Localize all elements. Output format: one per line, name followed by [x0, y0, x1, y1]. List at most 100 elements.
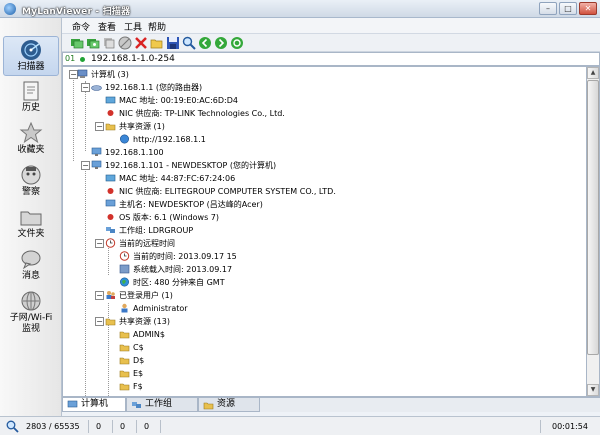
title-bar: MyLanViewer - 扫描器 – □ ✕	[0, 0, 600, 18]
tree-node-router[interactable]: 192.168.1.1 (您的路由器)	[91, 81, 202, 94]
menu-help[interactable]: 帮助	[148, 20, 166, 33]
sidebar-item-label: 历史	[21, 103, 40, 113]
share-item-label: F$	[133, 382, 143, 391]
share-folder-icon	[119, 357, 130, 365]
tree-node-my-computer[interactable]: 192.168.1.101 - NEWDESKTOP (您的计算机)	[91, 159, 276, 172]
tree-toggle[interactable]: −	[95, 291, 104, 300]
sidebar-item-label: 文件夹	[17, 229, 45, 239]
share-item-label: C$	[133, 343, 144, 352]
tree-leaf[interactable]: 时区: 480 分钟来自 GMT	[119, 276, 225, 289]
tree-leaf[interactable]: 主机名: NEWDESKTOP (吕达峰的Acer)	[105, 198, 263, 211]
tree-node-label: 192.168.1.1 (您的路由器)	[105, 83, 203, 92]
tree-leaf[interactable]: http://192.168.1.1	[119, 133, 206, 146]
workgroup-icon	[106, 227, 115, 233]
tree-leaf[interactable]: 工作组: LDRGROUP	[105, 224, 193, 237]
address-bar[interactable]: 01 192.168.1-1.0-254	[62, 52, 600, 66]
web-link-icon	[120, 134, 129, 144]
scan-range-icon[interactable]	[102, 36, 116, 50]
tree-leaf[interactable]: NIC 供应商: TP-LINK Technologies Co., Ltd.	[105, 107, 285, 120]
sidebar-item-messages[interactable]: 消息	[3, 246, 59, 286]
scan-progress-count: 2803 / 65535	[26, 422, 80, 431]
share-folder-icon	[119, 370, 130, 378]
tree-node-shares[interactable]: 共享资源 (13)	[105, 315, 170, 328]
boot-time-icon	[119, 264, 130, 274]
status-bar: 2803 / 65535 0 0 0 00:01:54	[0, 416, 600, 435]
tab-workgroups[interactable]: 工作组	[126, 398, 198, 412]
tree-leaf-label: 主机名: NEWDESKTOP (吕达峰的Acer)	[119, 200, 263, 209]
share-item[interactable]: C$	[119, 341, 144, 354]
tree-scrollbar[interactable]: ▲ ▼	[586, 66, 600, 397]
menu-view[interactable]: 查看	[98, 20, 116, 33]
share-item[interactable]: ADMIN$	[119, 328, 165, 341]
menu-command[interactable]: 命令	[72, 20, 90, 33]
tree-node-label: 当前的远程时间	[119, 239, 175, 248]
tree-toggle[interactable]: −	[95, 122, 104, 131]
sidebar-item-scanner[interactable]: 扫描器	[3, 36, 59, 76]
stop-scan-icon[interactable]	[118, 36, 132, 50]
maximize-button[interactable]: □	[559, 2, 577, 15]
open-folder-icon[interactable]	[150, 36, 164, 50]
minimize-button[interactable]: –	[539, 2, 557, 15]
nic-vendor-icon	[107, 188, 114, 194]
tree-node-device[interactable]: 192.168.1.100	[91, 146, 164, 159]
tree-leaf-label: http://192.168.1.1	[133, 135, 206, 144]
globe-icon	[120, 277, 129, 287]
status-separator	[136, 420, 137, 433]
tab-resources[interactable]: 资源	[198, 398, 260, 412]
tree-root[interactable]: 计算机 (3)	[77, 68, 129, 81]
share-item[interactable]: E$	[119, 367, 143, 380]
tree-leaf[interactable]: 系统载入时间: 2013.09.17	[119, 263, 232, 276]
refresh-icon[interactable]	[230, 36, 244, 50]
computer-icon	[91, 147, 102, 156]
share-item[interactable]: D$	[119, 354, 144, 367]
delete-icon[interactable]	[134, 36, 148, 50]
sidebar-item-police[interactable]: 警察	[3, 162, 59, 202]
tree-leaf-label: MAC 地址: 00:19:E0:AC:6D:D4	[119, 96, 238, 105]
sidebar-item-favorites[interactable]: 收藏夹	[3, 120, 59, 160]
tab-computers[interactable]: 计算机	[62, 398, 126, 412]
share-folder-icon	[105, 318, 116, 326]
back-icon[interactable]	[198, 36, 212, 50]
tree-leaf[interactable]: NIC 供应商: ELITEGROUP COMPUTER SYSTEM CO.,…	[105, 185, 336, 198]
tree-leaf[interactable]: 当前的时间: 2013.09.17 15	[119, 250, 237, 263]
tree-leaf-label: NIC 供应商: ELITEGROUP COMPUTER SYSTEM CO.,…	[119, 187, 336, 196]
close-button[interactable]: ✕	[579, 2, 597, 15]
tree-toggle[interactable]: −	[81, 83, 90, 92]
tree-node-shares[interactable]: 共享资源 (1)	[105, 120, 165, 133]
tree-leaf[interactable]: MAC 地址: 44:87:FC:67:24:06	[105, 172, 235, 185]
tree-node-remote-time[interactable]: 当前的远程时间	[105, 237, 175, 250]
forward-icon[interactable]	[214, 36, 228, 50]
search-icon[interactable]	[182, 36, 196, 50]
scan-local-icon[interactable]	[86, 36, 100, 50]
sidebar-item-folders[interactable]: 文件夹	[3, 204, 59, 244]
save-icon[interactable]	[166, 36, 180, 50]
scroll-down-button[interactable]: ▼	[587, 384, 599, 396]
tree-node-logged-users[interactable]: 已登录用户 (1)	[105, 289, 173, 302]
computer-tree[interactable]: − 计算机 (3) − 192.168.1.1 (您的路由器) MAC 地址: …	[62, 66, 586, 397]
sidebar-item-subnet-monitor[interactable]: 子网/Wi-Fi 监视	[3, 288, 59, 334]
address-input[interactable]: 192.168.1-1.0-254	[91, 54, 175, 64]
menu-tools[interactable]: 工具	[124, 20, 142, 33]
status-dot-icon	[80, 57, 85, 62]
scan-subnet-icon[interactable]	[70, 36, 84, 50]
tree-leaf-label: MAC 地址: 44:87:FC:67:24:06	[119, 174, 236, 183]
tree-leaf-label: Administrator	[133, 304, 188, 313]
tree-leaf[interactable]: OS 版本: 6.1 (Windows 7)	[105, 211, 219, 224]
scroll-up-button[interactable]: ▲	[587, 67, 599, 79]
tree-node-label: 已登录用户 (1)	[119, 291, 173, 300]
tree-leaf[interactable]: Administrator	[119, 302, 188, 315]
tree-toggle[interactable]: −	[81, 161, 90, 170]
tab-label: 资源	[217, 399, 236, 409]
sidebar-item-history[interactable]: 历史	[3, 78, 59, 118]
share-folder-icon	[119, 344, 130, 352]
tree-toggle[interactable]: −	[95, 317, 104, 326]
user-icon	[121, 303, 128, 313]
users-icon	[106, 291, 115, 299]
tab-label: 计算机	[81, 399, 109, 409]
status-counter-2: 0	[120, 422, 126, 431]
tree-leaf[interactable]: MAC 地址: 00:19:E0:AC:6D:D4	[105, 94, 238, 107]
tree-toggle[interactable]: −	[95, 239, 104, 248]
scroll-thumb[interactable]	[587, 80, 599, 355]
tree-node-label: 共享资源 (13)	[119, 317, 170, 326]
share-item[interactable]: F$	[119, 380, 143, 393]
